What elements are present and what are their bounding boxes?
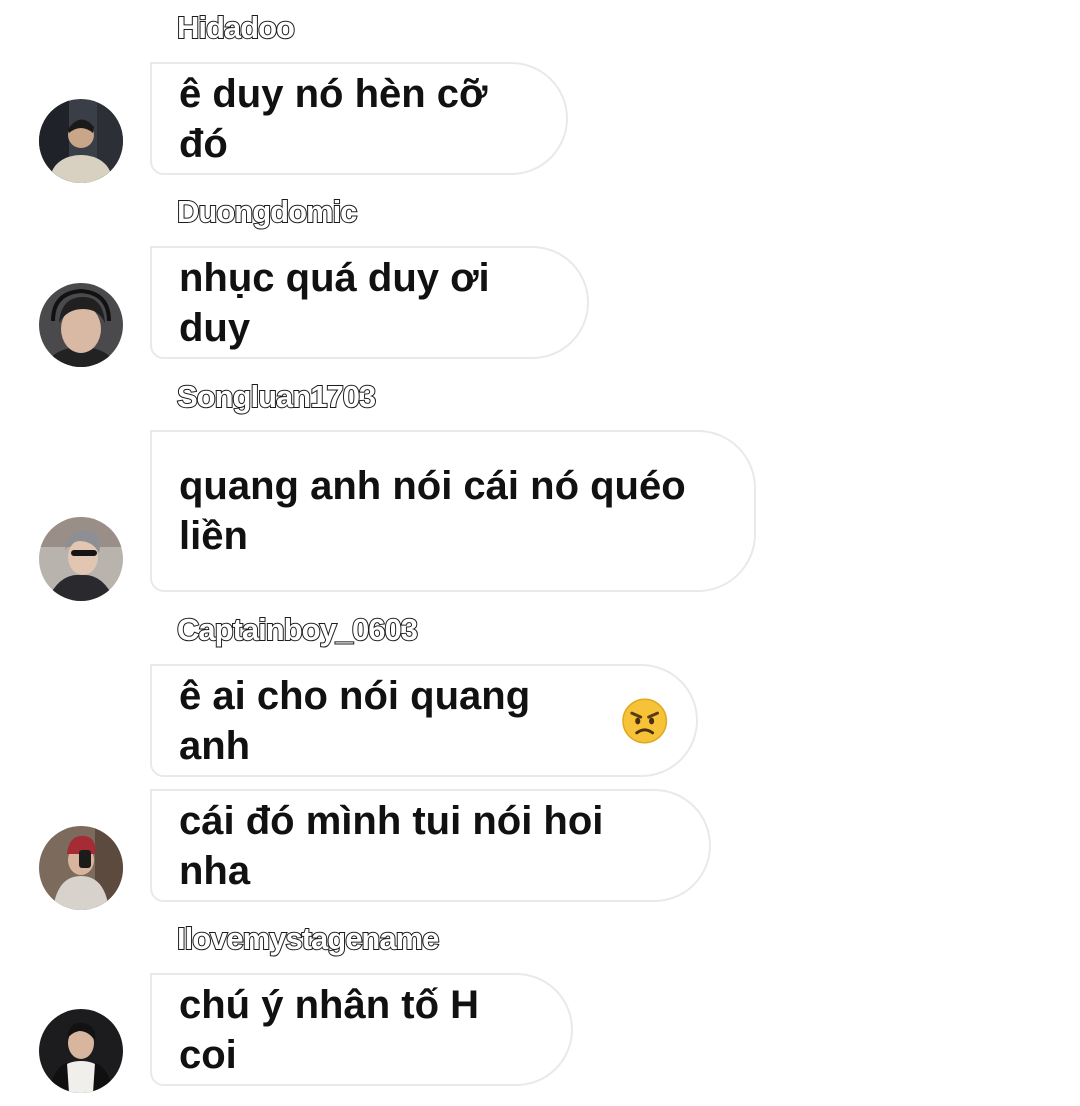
message-bubble[interactable]: nhục quá duy ơi duy	[150, 246, 589, 359]
avatar[interactable]	[39, 99, 123, 183]
message-text: ê duy nó hèn cỡ đó	[179, 71, 488, 166]
username-label: Captainboy_0603	[176, 611, 419, 648]
message-bubble[interactable]: ê ai cho nói quang anh	[150, 664, 698, 777]
avatar[interactable]	[39, 826, 123, 910]
username-label: Songluan1703	[176, 378, 377, 415]
message-bubble[interactable]: ê duy nó hèn cỡ đó	[150, 62, 568, 175]
message-text: cái đó mình tui nói hoi nha	[179, 798, 604, 893]
username-label: Hidadoo	[176, 9, 296, 46]
username-label: Ilovemystagename	[176, 920, 440, 957]
message-text: ê ai cho nói quang anh	[179, 673, 531, 768]
message-bubble[interactable]: quang anh nói cái nó quéo liền	[150, 430, 756, 592]
message-text: nhục quá duy ơi duy	[179, 255, 490, 350]
message-text: chú ý nhân tố H coi	[179, 982, 479, 1077]
username-label: Duongdomic	[176, 193, 358, 230]
angry-face-icon	[621, 698, 667, 743]
message-bubble[interactable]: chú ý nhân tố H coi	[150, 973, 573, 1086]
message-bubble[interactable]: cái đó mình tui nói hoi nha	[150, 789, 711, 902]
avatar[interactable]	[39, 283, 123, 367]
message-text-line: liền	[179, 514, 248, 558]
message-text-line: quang anh nói cái nó quéo	[179, 464, 686, 508]
avatar[interactable]	[39, 517, 123, 601]
avatar[interactable]	[39, 1009, 123, 1093]
